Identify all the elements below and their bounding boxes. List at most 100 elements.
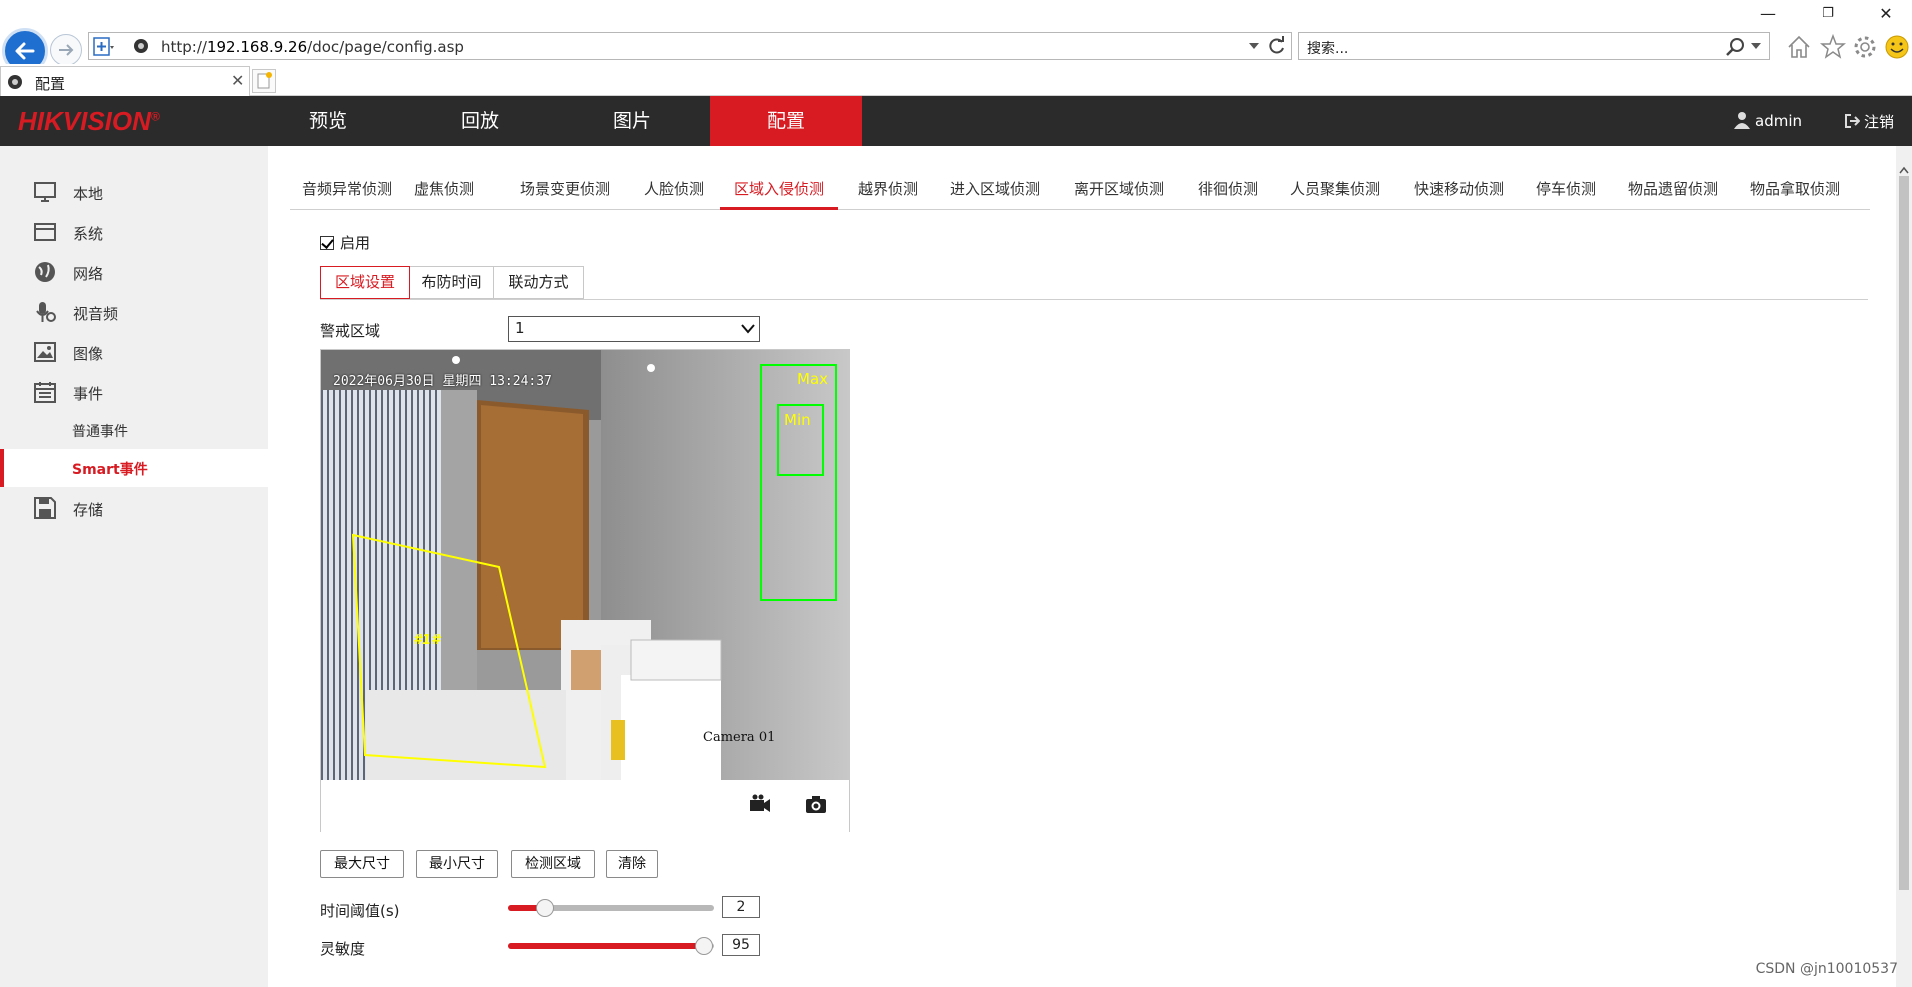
max-size-label: Max — [797, 370, 829, 388]
sidebar-item-storage[interactable]: 存储 — [0, 489, 268, 527]
sidebar-item-image[interactable]: 图像 — [0, 333, 268, 371]
tab-defocus[interactable]: 虚焦侦测 — [414, 174, 474, 210]
sensitivity-input[interactable]: 95 — [722, 934, 760, 956]
browser-tab-strip: 配置 ✕ — [0, 64, 1912, 96]
tab-audio-exception[interactable]: 音频异常侦测 — [302, 174, 392, 210]
min-size-button[interactable]: 最小尺寸 — [416, 850, 498, 878]
user-menu[interactable]: admin — [1733, 111, 1802, 130]
zone-select[interactable]: 1 — [508, 316, 760, 342]
new-tab-icon — [257, 72, 272, 89]
app-header: HIKVISION® 预览 回放 图片 配置 admin 注销 — [0, 96, 1912, 146]
feedback-smiley-icon[interactable] — [1884, 34, 1910, 60]
minimize-button[interactable]: — — [1748, 2, 1788, 26]
intrusion-region-polygon[interactable] — [351, 533, 547, 769]
tab-loitering[interactable]: 徘徊侦测 — [1198, 174, 1258, 210]
tab-scene-change[interactable]: 场景变更侦测 — [520, 174, 610, 210]
sidebar-item-network[interactable]: 网络 — [0, 253, 268, 291]
enable-checkbox[interactable]: 启用 — [320, 232, 370, 253]
forward-button[interactable] — [50, 34, 82, 66]
zone-select-value: 1 — [515, 319, 525, 337]
sidebar-item-label: 视音频 — [73, 305, 119, 323]
sidebar-item-local[interactable]: 本地 — [0, 173, 268, 211]
sidebar-subitem-smart-event[interactable]: Smart事件 — [0, 449, 268, 487]
tab-fast-moving[interactable]: 快速移动侦测 — [1414, 174, 1504, 210]
browser-tab[interactable]: 配置 ✕ — [0, 66, 250, 96]
page-scrollbar[interactable] — [1896, 146, 1912, 987]
live-video[interactable]: 2022年06月30日 星期四 13:24:37 Camera 01 Max M… — [321, 350, 849, 780]
mic-icon — [36, 302, 56, 322]
tab-intrusion-detection[interactable]: 区域入侵侦测 — [720, 174, 839, 210]
scroll-up-icon[interactable] — [1899, 166, 1909, 174]
chevron-down-icon — [741, 324, 755, 334]
max-size-box[interactable] — [760, 364, 837, 601]
search-icon[interactable] — [1725, 37, 1745, 57]
tab-region-entrance[interactable]: 进入区域侦测 — [950, 174, 1040, 210]
save-disk-icon — [34, 497, 56, 519]
time-threshold-input[interactable]: 2 — [722, 896, 760, 918]
image-icon — [34, 342, 56, 362]
time-threshold-slider[interactable] — [508, 899, 714, 917]
watermark: CSDN @jn10010537 — [1755, 961, 1898, 977]
system-window-icon — [34, 223, 56, 241]
detection-area-button[interactable]: 检测区域 — [511, 850, 595, 878]
sensitivity-slider[interactable] — [508, 937, 714, 955]
clear-button[interactable]: 清除 — [606, 850, 658, 878]
min-size-label: Min — [784, 411, 811, 429]
step-area-settings[interactable]: 区域设置 — [320, 266, 410, 299]
site-favicon-icon — [134, 39, 148, 53]
slider-handle[interactable] — [694, 937, 713, 955]
tab-people-gathering[interactable]: 人员聚集侦测 — [1290, 174, 1380, 210]
sidebar-item-audio-video[interactable]: 视音频 — [0, 293, 268, 331]
address-bar[interactable]: http://192.168.9.26/doc/page/config.asp — [88, 32, 1292, 60]
video-toolbar — [321, 780, 849, 832]
sidebar-item-system[interactable]: 系统 — [0, 213, 268, 251]
logout-button[interactable]: 注销 — [1844, 111, 1894, 132]
tab-region-exiting[interactable]: 离开区域侦测 — [1074, 174, 1164, 210]
favorites-star-icon[interactable] — [1820, 34, 1846, 60]
video-record-icon[interactable] — [749, 794, 771, 814]
nav-playback[interactable]: 回放 — [404, 96, 556, 146]
tab-close-icon[interactable]: ✕ — [231, 71, 244, 90]
slider-handle[interactable] — [536, 899, 555, 917]
logout-icon — [1844, 114, 1861, 128]
sidebar-subitem-label: Smart事件 — [72, 462, 148, 478]
settings-gear-icon[interactable] — [1852, 34, 1878, 60]
osd-camera-name: Camera 01 — [703, 730, 776, 745]
camera-capture-icon[interactable] — [805, 794, 827, 814]
new-tab-button[interactable] — [252, 69, 276, 93]
sidebar-subitem-basic-event[interactable]: 普通事件 — [0, 411, 268, 449]
arrow-left-icon — [15, 42, 35, 60]
tab-face-detection[interactable]: 人脸侦测 — [644, 174, 704, 210]
nav-picture[interactable]: 图片 — [556, 96, 708, 146]
restore-button[interactable]: ❐ — [1808, 2, 1848, 26]
smart-event-tabs: 音频异常侦测 虚焦侦测 场景变更侦测 人脸侦测 区域入侵侦测 越界侦测 进入区域… — [290, 174, 1870, 210]
max-size-button[interactable]: 最大尺寸 — [320, 850, 404, 878]
detection-overlay[interactable] — [321, 350, 849, 780]
tab-object-removal[interactable]: 物品拿取侦测 — [1750, 174, 1840, 210]
region-number-label: #1# — [413, 633, 441, 648]
search-dropdown-icon[interactable] — [1751, 43, 1761, 51]
close-window-button[interactable]: ✕ — [1866, 2, 1906, 26]
refresh-icon[interactable] — [1267, 36, 1287, 56]
url-text[interactable]: http://192.168.9.26/doc/page/config.asp — [161, 38, 464, 56]
sidebar-item-label: 存储 — [73, 501, 104, 519]
sidebar-item-event[interactable]: 事件 — [0, 373, 268, 411]
step-arming-schedule[interactable]: 布防时间 — [410, 266, 494, 299]
video-panel: 2022年06月30日 星期四 13:24:37 Camera 01 Max M… — [320, 349, 850, 832]
home-icon[interactable] — [1786, 34, 1812, 60]
sidebar-item-label: 图像 — [73, 345, 104, 363]
window-titlebar: — ❐ ✕ — [0, 0, 1912, 28]
tab-parking[interactable]: 停车侦测 — [1536, 174, 1596, 210]
url-dropdown-icon[interactable] — [1249, 43, 1259, 51]
checkbox-checked[interactable] — [320, 236, 334, 250]
tab-line-crossing[interactable]: 越界侦测 — [858, 174, 918, 210]
nav-configuration[interactable]: 配置 — [710, 96, 862, 146]
scrollbar-thumb[interactable] — [1899, 176, 1909, 890]
search-input[interactable]: 搜索... — [1298, 32, 1770, 60]
step-linkage-method[interactable]: 联动方式 — [494, 266, 584, 299]
page-protection-icon[interactable] — [93, 37, 115, 57]
zone-label: 警戒区域 — [320, 322, 381, 340]
nav-preview[interactable]: 预览 — [252, 96, 404, 146]
tab-unattended-baggage[interactable]: 物品遗留侦测 — [1628, 174, 1718, 210]
config-step-tabs: 区域设置 布防时间 联动方式 — [320, 266, 1868, 300]
